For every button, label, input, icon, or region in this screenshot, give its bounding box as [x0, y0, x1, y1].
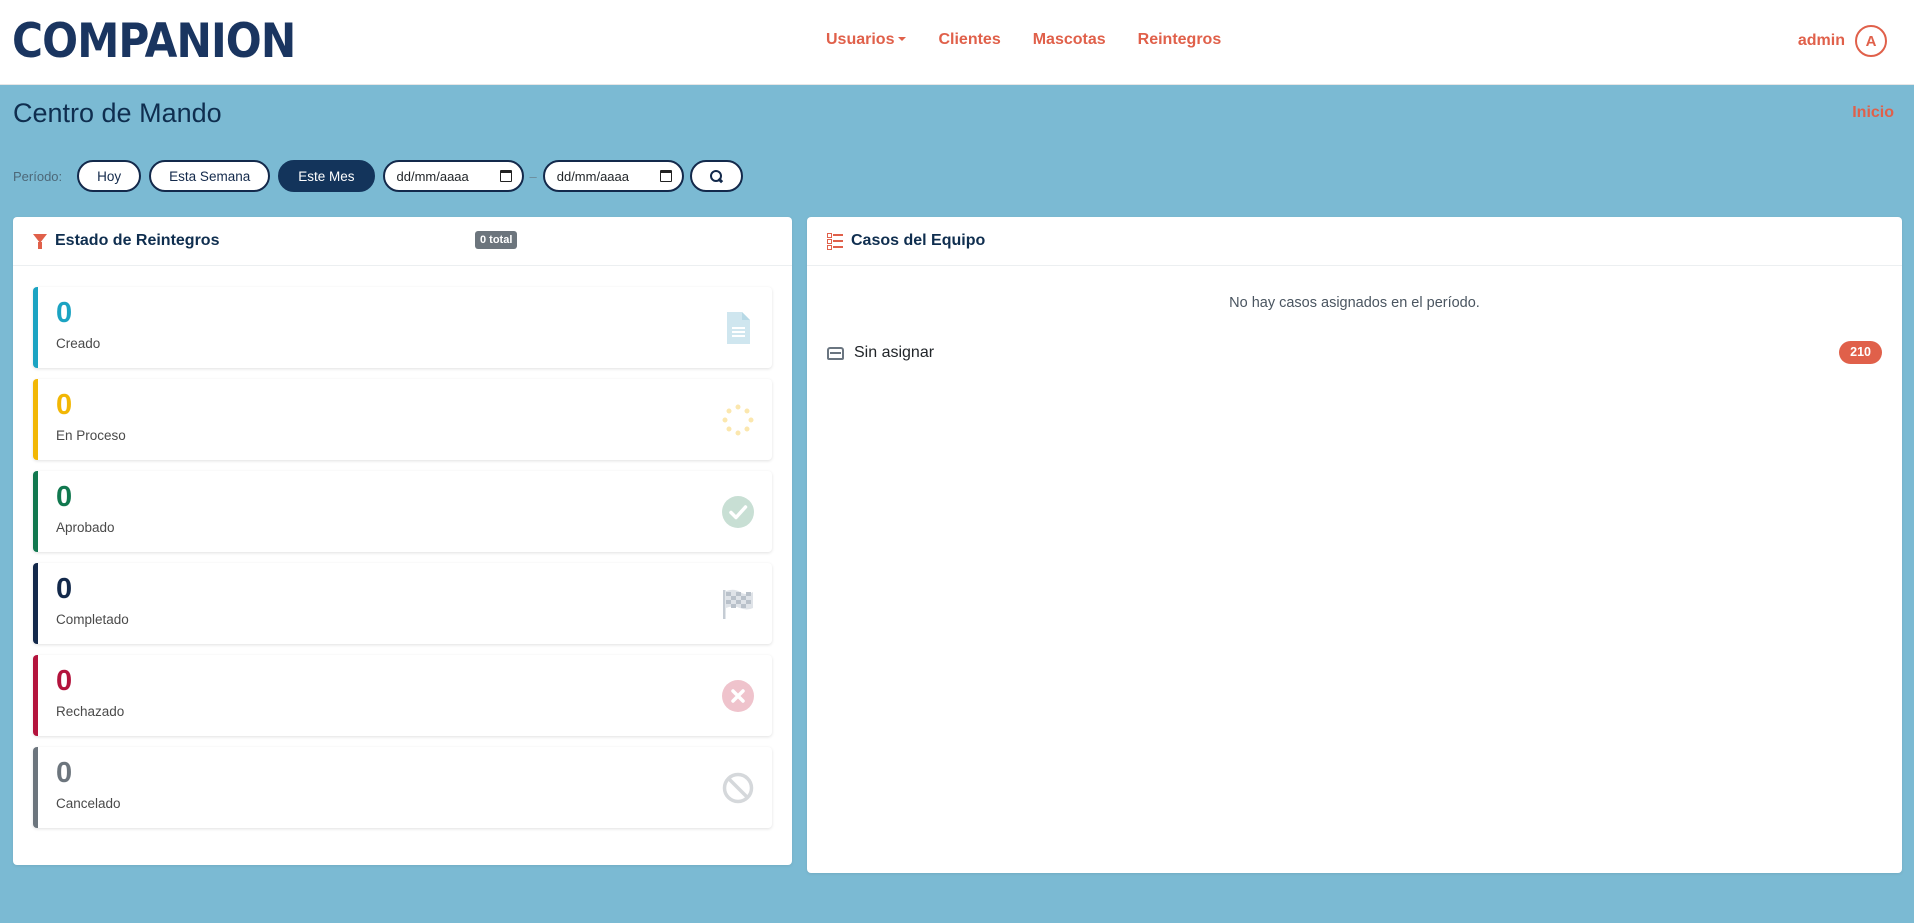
inbox-icon	[827, 346, 844, 360]
page-title: Centro de Mando	[13, 98, 222, 128]
unassigned-label: Sin asignar	[854, 344, 935, 361]
date-from-placeholder: dd/mm/aaaa	[396, 168, 469, 184]
date-to-placeholder: dd/mm/aaaa	[556, 168, 629, 184]
status-stat-list: 0 Creado 0 En Proceso 0 Aprobado 0 Compl…	[33, 287, 772, 839]
stat-label: Completado	[56, 612, 129, 627]
filter-month-button[interactable]: Este Mes	[278, 160, 375, 192]
nav-reintegros[interactable]: Reintegros	[1138, 31, 1222, 49]
top-navbar: COMPANION Usuarios Clientes Mascotas Rei…	[0, 0, 1914, 85]
stat-completado[interactable]: 0 Completado	[33, 563, 772, 644]
reintegros-status-card: Estado de Reintegros 0 total 0 Creado 0 …	[13, 217, 792, 865]
date-from-input[interactable]: dd/mm/aaaa	[382, 160, 524, 192]
card-header: Estado de Reintegros 0 total	[13, 217, 792, 266]
stat-value: 0	[56, 573, 73, 605]
user-menu[interactable]: admin A	[1798, 25, 1887, 57]
card-title: Estado de Reintegros	[55, 232, 220, 249]
avatar[interactable]: A	[1855, 25, 1887, 57]
period-filter-bar: Período: Hoy Esta Semana Este Mes dd/mm/…	[13, 160, 743, 192]
search-button[interactable]	[689, 160, 743, 192]
calendar-icon[interactable]	[659, 170, 672, 182]
stat-value: 0	[56, 389, 73, 421]
checkered-flag-icon	[722, 587, 754, 621]
funnel-icon	[33, 233, 47, 249]
date-to-input[interactable]: dd/mm/aaaa	[542, 160, 684, 192]
stat-cancelado[interactable]: 0 Cancelado	[33, 747, 772, 828]
check-circle-icon	[722, 495, 754, 529]
card-header: Casos del Equipo	[807, 217, 1902, 266]
filter-week-button[interactable]: Esta Semana	[149, 160, 271, 192]
breadcrumb-inicio[interactable]: Inicio	[1852, 104, 1894, 122]
stat-label: Creado	[56, 336, 101, 351]
stat-value: 0	[56, 481, 73, 513]
stat-value: 0	[56, 757, 73, 789]
search-icon	[710, 170, 723, 182]
stat-value: 0	[56, 297, 73, 329]
date-range-separator: –	[529, 168, 537, 184]
nav-usuarios-dropdown[interactable]: Usuarios	[826, 31, 907, 49]
nav-usuarios-label: Usuarios	[826, 31, 895, 48]
stat-label: Aprobado	[56, 520, 115, 535]
stat-label: En Proceso	[56, 428, 126, 443]
nav-clientes[interactable]: Clientes	[938, 31, 1000, 49]
stat-value: 0	[56, 665, 73, 697]
tasks-icon	[827, 233, 843, 250]
stat-label: Rechazado	[56, 704, 125, 719]
period-label: Período:	[13, 168, 63, 184]
x-circle-icon	[722, 679, 754, 713]
filter-today-button[interactable]: Hoy	[77, 160, 142, 192]
stat-creado[interactable]: 0 Creado	[33, 287, 772, 368]
ban-icon	[722, 771, 754, 805]
total-badge: 0 total	[475, 231, 518, 249]
stat-en-proceso[interactable]: 0 En Proceso	[33, 379, 772, 460]
team-cases-card: Casos del Equipo No hay casos asignados …	[807, 217, 1902, 873]
chevron-down-icon	[898, 37, 907, 41]
card-title: Casos del Equipo	[851, 232, 986, 249]
calendar-icon[interactable]	[499, 170, 512, 182]
brand-logo[interactable]: COMPANION	[12, 16, 296, 68]
unassigned-count-badge: 210	[1839, 341, 1882, 364]
spinner-icon	[722, 403, 754, 437]
main-nav: Usuarios Clientes Mascotas Reintegros	[826, 31, 1221, 49]
stat-aprobado[interactable]: 0 Aprobado	[33, 471, 772, 552]
unassigned-row[interactable]: Sin asignar 210	[827, 341, 1882, 365]
empty-cases-message: No hay casos asignados en el período.	[1229, 295, 1480, 311]
nav-mascotas[interactable]: Mascotas	[1033, 31, 1106, 49]
user-name[interactable]: admin	[1798, 32, 1845, 50]
stat-label: Cancelado	[56, 796, 121, 811]
stat-rechazado[interactable]: 0 Rechazado	[33, 655, 772, 736]
file-icon	[722, 311, 754, 345]
